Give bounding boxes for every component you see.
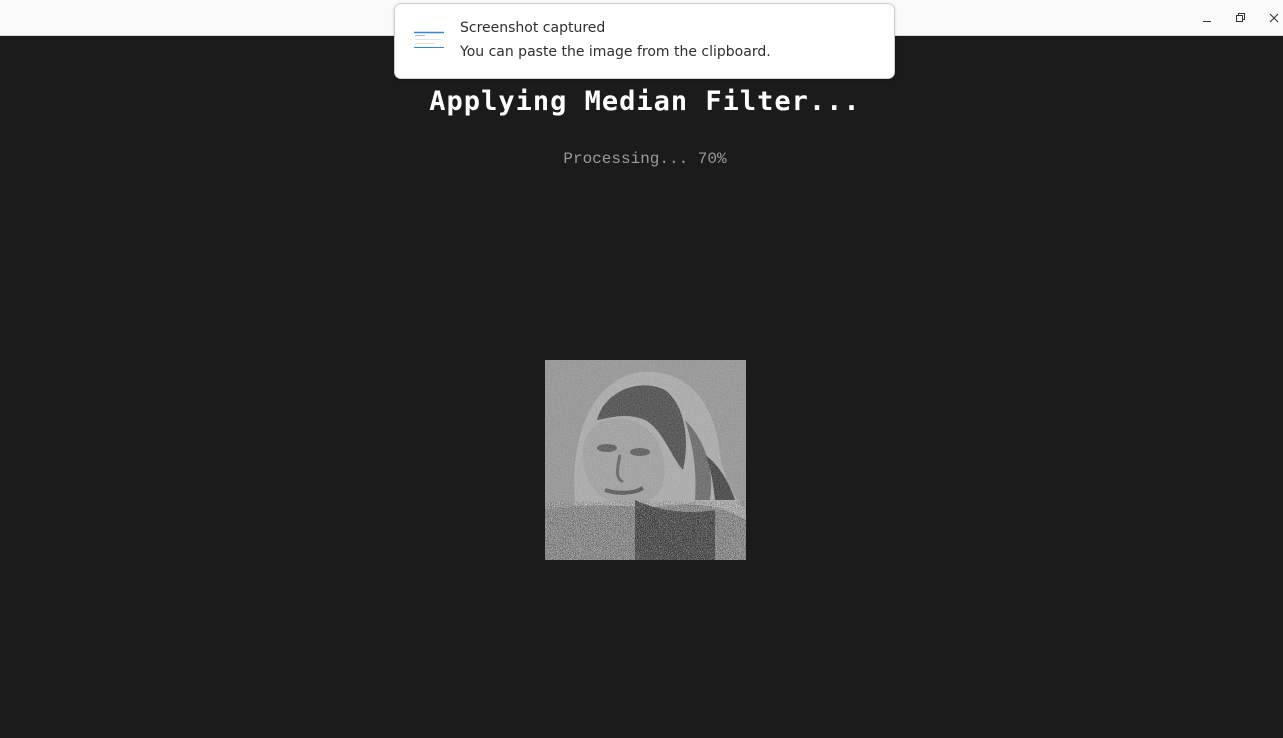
- progress-status: Processing... 70%: [563, 150, 727, 168]
- portrait-image: [545, 360, 746, 560]
- close-icon: [1269, 13, 1279, 23]
- minimize-icon: [1203, 21, 1211, 22]
- screenshot-notification[interactable]: Screenshot captured You can paste the im…: [394, 3, 895, 79]
- maximize-button[interactable]: [1230, 8, 1250, 28]
- notification-title: Screenshot captured: [460, 20, 606, 36]
- screenshot-thumbnail-icon: [412, 28, 446, 54]
- restore-icon: [1236, 13, 1245, 22]
- minimize-button[interactable]: [1197, 8, 1217, 28]
- filtered-image-preview: [545, 360, 746, 560]
- close-button[interactable]: [1264, 8, 1283, 28]
- page-title: Applying Median Filter...: [429, 86, 861, 117]
- app-window: Screenshot captured You can paste the im…: [0, 0, 1283, 738]
- notification-body: You can paste the image from the clipboa…: [460, 44, 771, 60]
